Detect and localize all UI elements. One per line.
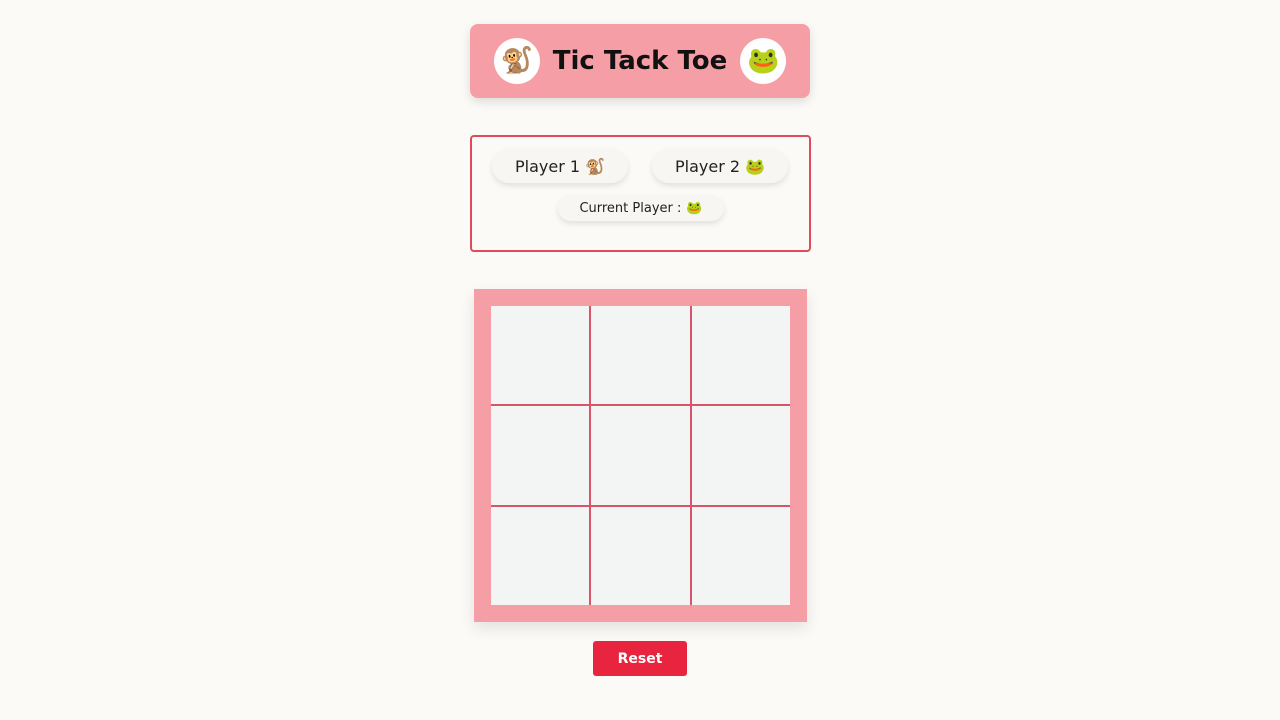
game-board-frame bbox=[474, 289, 807, 622]
player-1-badge: Player 1 🐒 bbox=[492, 149, 628, 183]
frog-icon: 🐸 bbox=[686, 200, 703, 216]
current-player-label: Current Player : bbox=[579, 200, 682, 216]
board-cell-6[interactable] bbox=[691, 406, 790, 505]
game-board bbox=[491, 306, 790, 605]
game-header: 🐒 Tic Tack Toe 🐸 bbox=[470, 24, 810, 98]
player-2-label: Player 2 bbox=[675, 156, 741, 176]
board-cell-4[interactable] bbox=[491, 406, 590, 505]
monkey-icon: 🐒 bbox=[585, 156, 605, 176]
reset-button[interactable]: Reset bbox=[593, 641, 687, 676]
current-player-badge: Current Player : 🐸 bbox=[558, 195, 724, 221]
player-info-panel: Player 1 🐒 Player 2 🐸 Current Player : 🐸 bbox=[470, 135, 811, 252]
monkey-icon: 🐒 bbox=[493, 38, 540, 84]
board-cell-3[interactable] bbox=[691, 306, 790, 405]
board-cell-9[interactable] bbox=[691, 506, 790, 605]
frog-icon: 🐸 bbox=[745, 156, 765, 176]
board-cell-8[interactable] bbox=[591, 506, 690, 605]
player-2-badge: Player 2 🐸 bbox=[652, 149, 788, 183]
frog-icon: 🐸 bbox=[740, 38, 787, 84]
board-cell-2[interactable] bbox=[591, 306, 690, 405]
board-cell-5[interactable] bbox=[591, 406, 690, 505]
board-cell-1[interactable] bbox=[491, 306, 590, 405]
board-cell-7[interactable] bbox=[491, 506, 590, 605]
player-1-label: Player 1 bbox=[515, 156, 581, 176]
game-title: Tic Tack Toe bbox=[552, 46, 728, 76]
